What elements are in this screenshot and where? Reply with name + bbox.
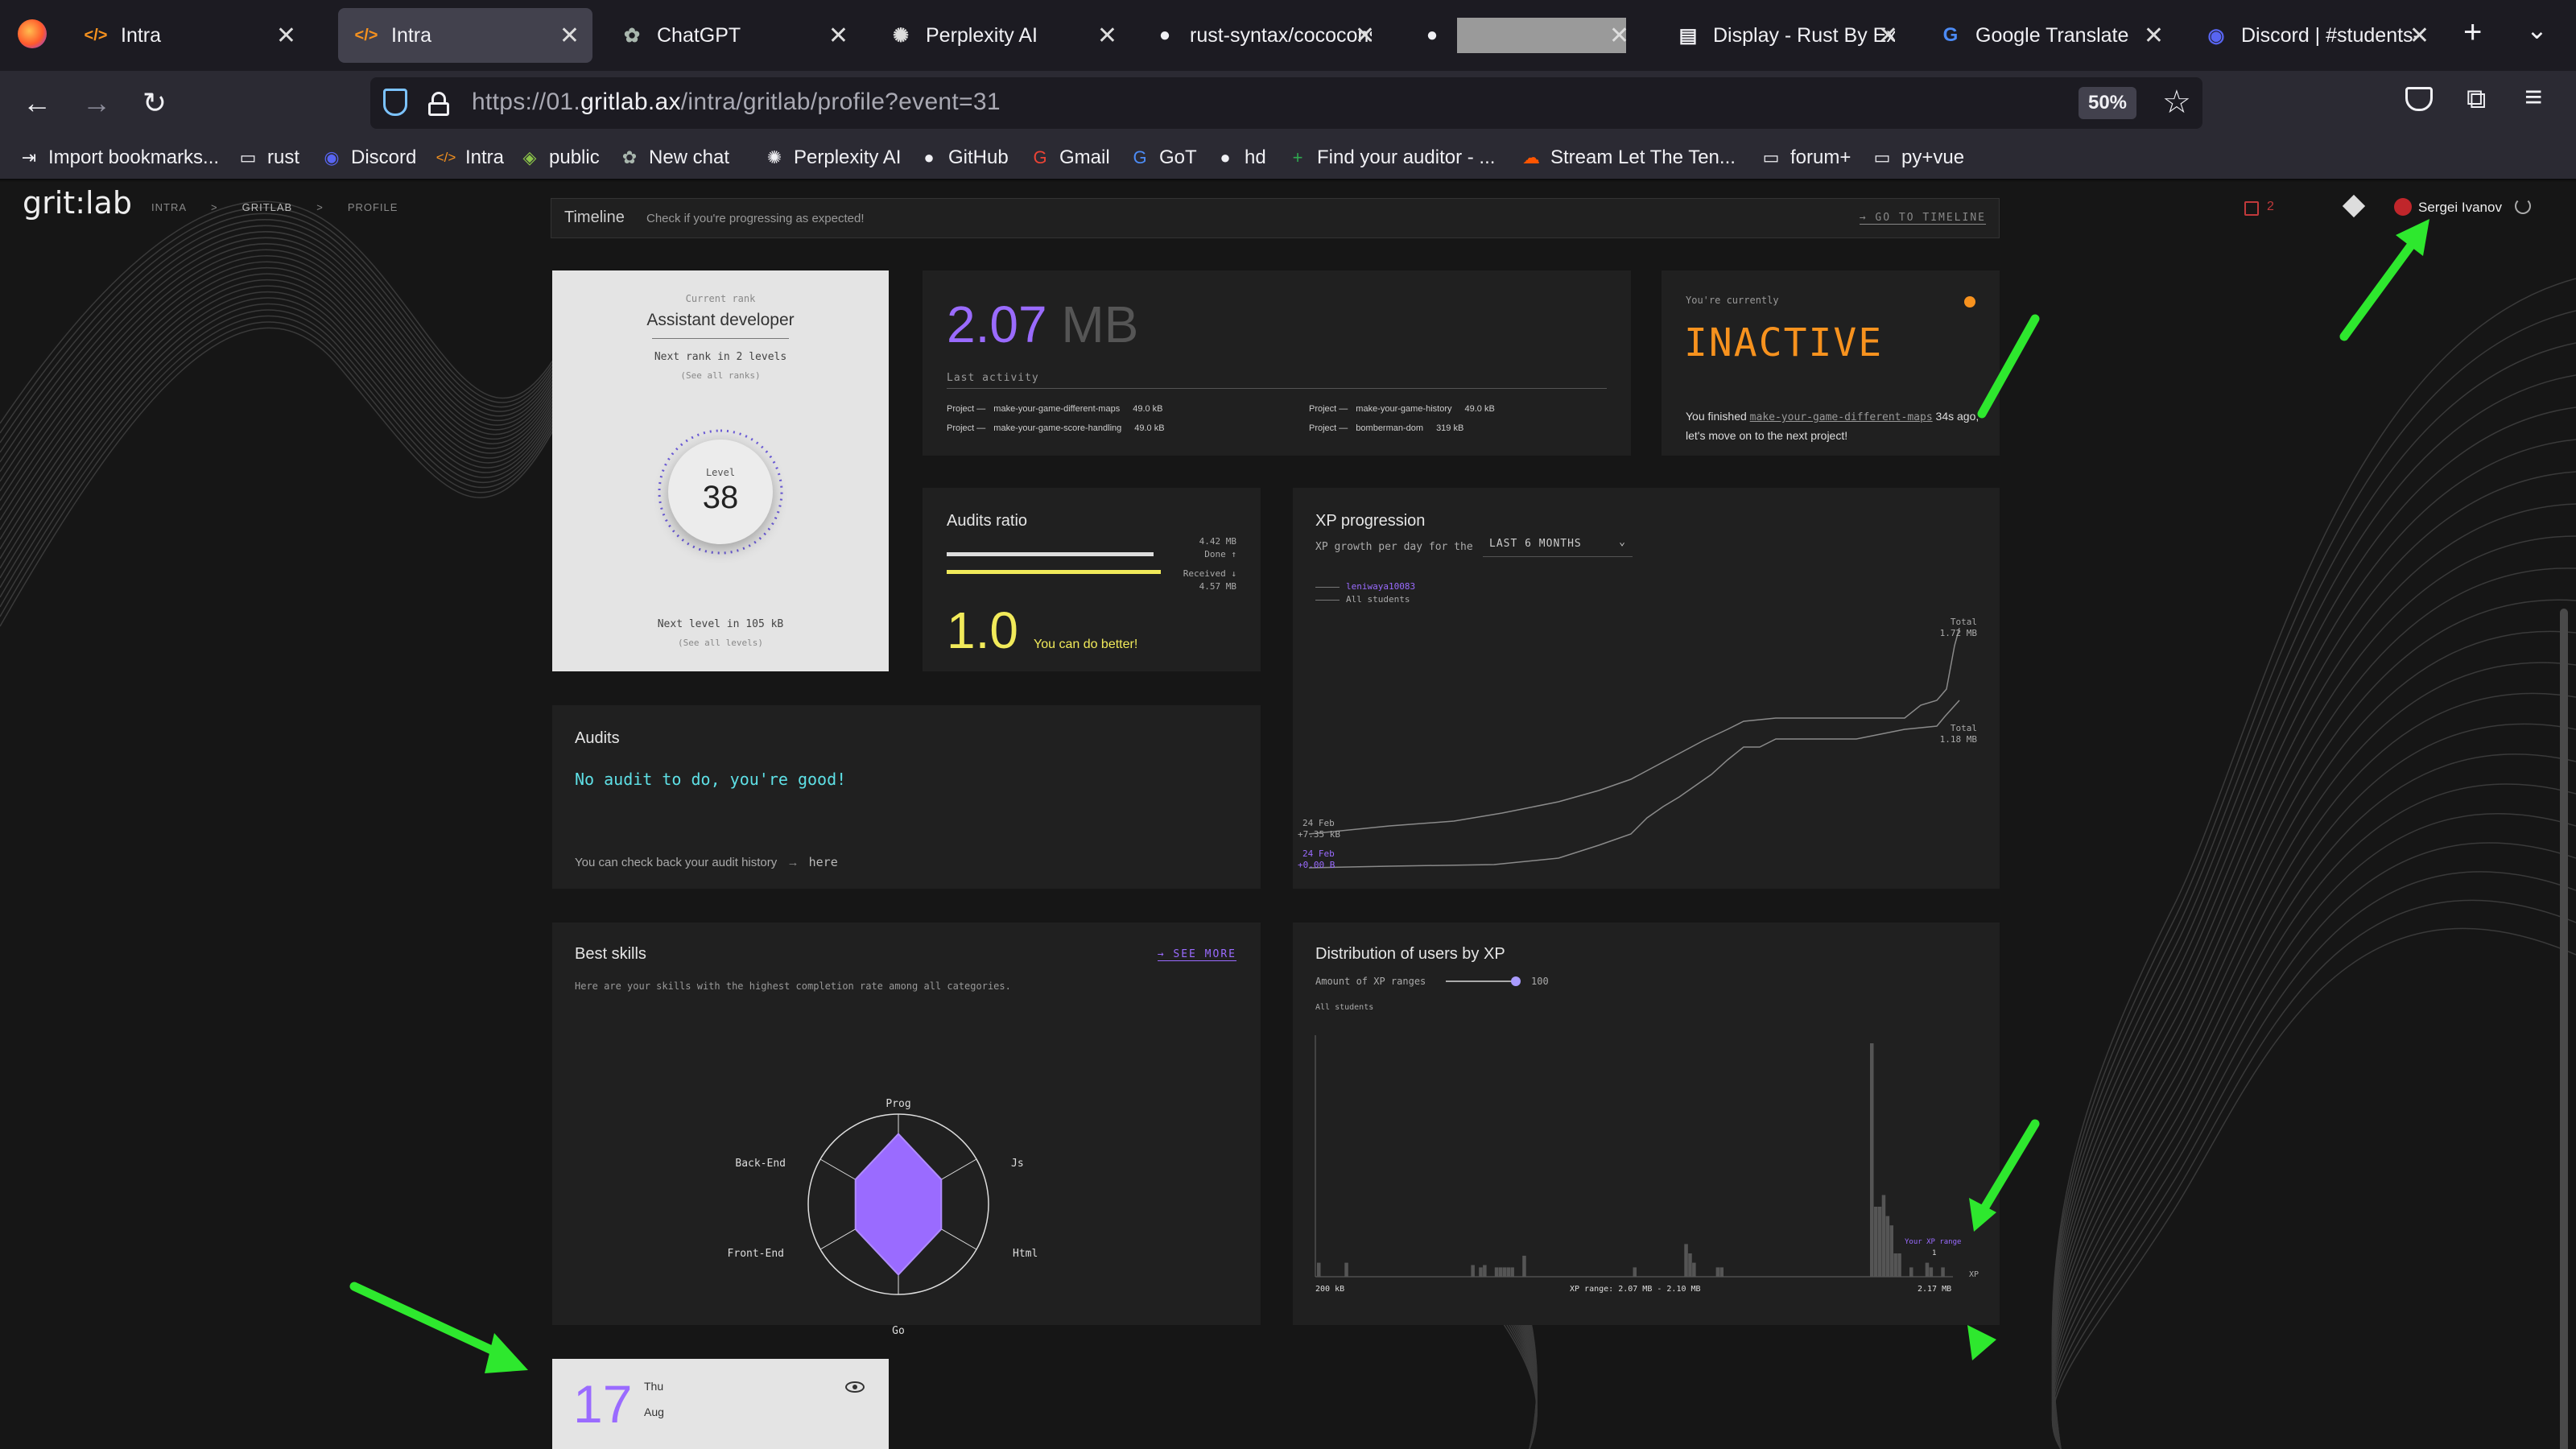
reload-icon[interactable]: ↻ [135,84,174,122]
bookmark-item[interactable]: ▭ forum+ [1760,143,1852,172]
bookmark-item[interactable]: ▭ rust [237,143,299,172]
forward-icon[interactable]: → [77,84,116,122]
bookmark-item[interactable]: ● hd [1214,143,1266,172]
bookmark-item[interactable]: ◈ public [518,143,600,172]
tab-label: Intra [391,23,432,47]
browser-tab-6[interactable]: ● ✕ [1404,8,1642,63]
code-icon: </> [354,26,378,44]
profile-page: grit:lab INTRA > GRITLAB > PROFILE 2 Ser… [0,182,2576,1449]
import-icon: ⇥ [21,147,37,167]
browser-tab-8[interactable]: G Google Translate ✕ [1922,8,2177,63]
bookmark-label: GoT [1159,147,1197,168]
bookmark-item[interactable]: ✺ Perplexity AI [763,143,902,172]
close-tab-icon[interactable]: ✕ [2409,22,2429,50]
bookmark-item[interactable]: G GoT [1129,143,1197,172]
github-icon: ● [1426,24,1439,46]
browser-tab-5[interactable]: ● rust-syntax/cococonscious✕ [1137,8,1388,63]
translate-icon: G [1133,147,1147,167]
tab-label: Intra [121,23,162,47]
browser-tab-9[interactable]: ◉ Discord | #students- ✕ [2188,8,2442,63]
close-tab-icon[interactable]: ✕ [276,22,296,50]
github-icon: ● [1220,147,1231,167]
bookmark-label: py+vue [1901,147,1965,168]
tab-list-icon[interactable]: ⌄ [2526,14,2548,45]
openai-icon: ✿ [623,24,641,47]
translate-icon: G [1942,24,1959,46]
bookmark-label: Intra [465,147,505,168]
public-icon: ◈ [522,147,537,167]
close-tab-icon[interactable]: ✕ [559,22,580,50]
bookmark-item[interactable]: ● GitHub [918,143,1009,172]
bookmark-label: public [549,147,600,168]
bookmark-item[interactable]: ☁ Stream Let The Ten... [1520,143,1736,172]
pocket-icon[interactable] [2405,87,2433,111]
code-icon: </> [84,26,108,44]
code-icon: </> [436,150,456,165]
shield-icon[interactable] [383,89,407,116]
browser-tab-2[interactable]: </> Intra ✕ [338,8,592,63]
bookmark-label: Perplexity AI [794,147,902,168]
firefox-icon[interactable] [18,19,47,48]
tab-label: Perplexity AI [926,23,1038,47]
bookmark-star-icon[interactable]: ☆ [2162,84,2191,121]
bookmark-label: Discord [351,147,417,168]
bookmark-label: rust [267,147,300,168]
book-icon: ▤ [1678,24,1698,47]
browser-tab-1[interactable]: </> Intra ✕ [68,8,309,63]
close-tab-icon[interactable]: ✕ [1355,22,1375,50]
bookmark-item[interactable]: ▭ py+vue [1871,143,1964,172]
folder-icon: ▭ [1873,147,1891,167]
close-tab-icon[interactable]: ✕ [1609,22,1629,50]
discord-icon: ◉ [324,147,340,167]
tab-label: ChatGPT [657,23,741,47]
discord-icon: ◉ [2207,24,2225,47]
bookmark-label: Stream Let The Ten... [1550,147,1736,168]
tab-label: rust-syntax/cococonscious [1190,23,1372,47]
url-text[interactable]: https://01.gritlab.ax/intra/gritlab/prof… [472,89,1001,116]
tab-label: Display - Rust By Example [1713,23,1895,47]
menu-icon[interactable]: ≡ [2524,80,2542,115]
bookmark-label: GitHub [948,147,1009,168]
bookmark-label: Gmail [1059,147,1110,168]
bookmark-item[interactable]: </> Intra [435,143,504,172]
bookmark-item[interactable]: G Gmail [1029,143,1110,172]
green-plus-icon: + [1292,147,1303,167]
new-tab-icon[interactable]: + [2463,14,2482,51]
zoom-level[interactable]: 50% [2079,87,2136,119]
folder-icon: ▭ [239,147,257,167]
perplexity-icon: ✺ [892,24,910,47]
browser-tab-3[interactable]: ✿ ChatGPT ✕ [604,8,861,63]
folder-icon: ▭ [1762,147,1780,167]
close-tab-icon[interactable]: ✕ [1097,22,1117,50]
browser-tab-7[interactable]: ▤ Display - Rust By Example✕ [1660,8,1911,63]
perplexity-icon: ✺ [766,147,782,167]
bookmark-item[interactable]: ✿ New chat [618,143,729,172]
page-scrollbar[interactable] [2560,609,2568,1449]
bookmark-label: Find your auditor - ... [1317,147,1496,168]
bookmark-label: New chat [649,147,730,168]
tab-bar: </> Intra ✕ </> Intra ✕ ✿ ChatGPT ✕ ✺ Perplexity A… [0,0,2576,71]
openai-icon: ✿ [621,147,638,167]
bookmark-label: Import bookmarks... [48,147,220,168]
tab-label: Discord | #students- [2241,23,2420,47]
bookmark-label: hd [1245,147,1266,168]
tab-label: Google Translate [1975,23,2129,47]
github-icon: ● [1158,24,1171,46]
google-icon: G [1033,147,1047,167]
close-tab-icon[interactable]: ✕ [2144,22,2164,50]
close-tab-icon[interactable]: ✕ [1878,22,1898,50]
back-icon[interactable]: ← [18,84,56,122]
close-tab-icon[interactable]: ✕ [828,22,848,50]
bookmark-item[interactable]: ⇥ Import bookmarks... [18,143,219,172]
extensions-icon[interactable]: ⧉ [2467,84,2486,115]
lock-icon[interactable] [428,92,449,116]
bookmark-item[interactable]: ◉ Discord [320,143,416,172]
arrow-to-xp-range-line [1969,1119,2040,1232]
soundcloud-icon: ☁ [1522,147,1540,167]
github-icon: ● [923,147,935,167]
bookmark-item[interactable]: + Find your auditor - ... [1286,143,1496,172]
tab-label [1457,18,1626,53]
bookmark-label: forum+ [1790,147,1852,168]
browser-tab-4[interactable]: ✺ Perplexity AI ✕ [873,8,1130,63]
